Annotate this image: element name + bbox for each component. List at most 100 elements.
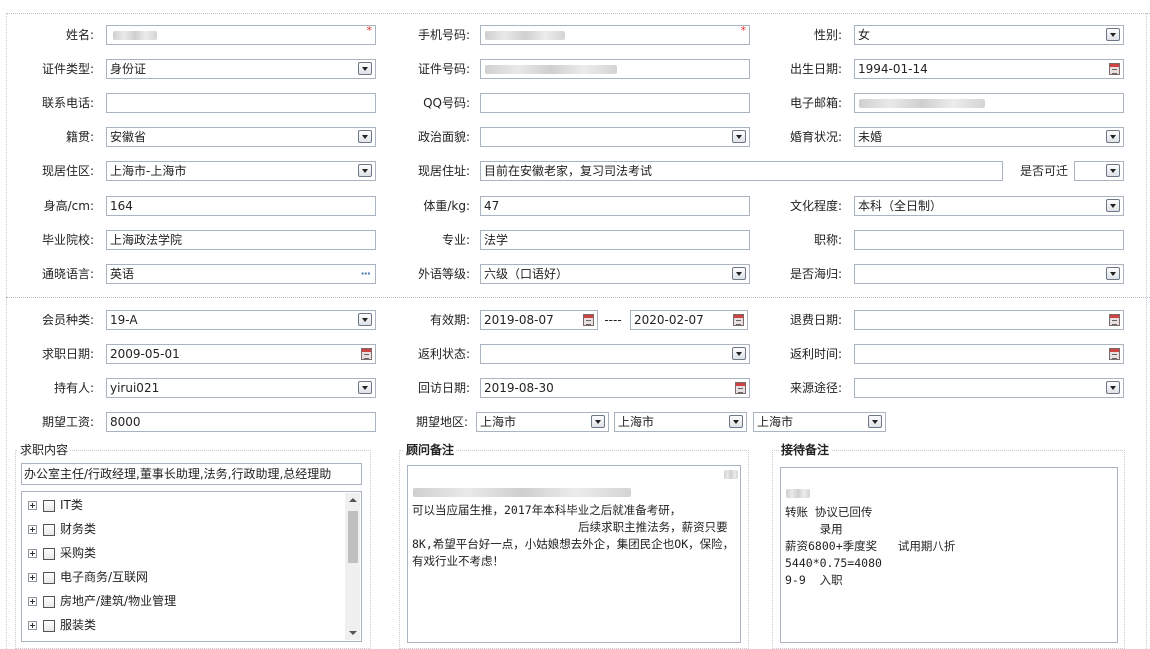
tree-item[interactable]: 服装类 <box>28 615 96 635</box>
weight-label: 体重/kg: <box>423 199 470 213</box>
chevron-down-icon[interactable] <box>358 62 372 75</box>
checkbox[interactable] <box>43 595 55 608</box>
reception-note-textarea[interactable]: 转账 协议已回传 录用 薪资6800+季度奖 试用期八折 5440*0.75=4… <box>780 467 1118 643</box>
mobile-field[interactable]: * <box>480 25 750 45</box>
residence-label: 现居住区: <box>41 164 94 178</box>
birth-date-field[interactable]: 1994-01-14 <box>854 59 1124 79</box>
plus-box-icon[interactable] <box>28 597 37 606</box>
scroll-up-icon[interactable] <box>349 498 357 502</box>
scroll-down-icon[interactable] <box>349 631 357 635</box>
calendar-icon[interactable] <box>361 348 372 360</box>
school-field[interactable]: 上海政法学院 <box>106 230 376 250</box>
chevron-down-icon[interactable] <box>1106 164 1120 177</box>
id-type-select[interactable]: 身份证 <box>106 59 376 79</box>
checkbox[interactable] <box>43 571 55 584</box>
id-number-field[interactable] <box>480 59 750 79</box>
plus-box-icon[interactable] <box>28 525 37 534</box>
foreign-level-select[interactable]: 六级（口语好） <box>480 264 750 284</box>
overseas-select[interactable] <box>854 264 1124 284</box>
consultant-note-textarea[interactable]: 可以当应届生推，2017年本科毕业之后就准备考研， 后续求职主推法务，薪资只要8… <box>407 465 741 643</box>
plus-box-icon[interactable] <box>28 549 37 558</box>
holder-select[interactable]: yirui021 <box>106 378 376 398</box>
mobile-label: 手机号码: <box>417 28 470 42</box>
redacted-text <box>786 489 810 498</box>
refund-date-field[interactable] <box>854 310 1124 330</box>
major-field[interactable]: 法学 <box>480 230 750 250</box>
chevron-down-icon[interactable] <box>732 130 746 143</box>
overseas-label: 是否海归: <box>789 267 842 281</box>
address-field[interactable]: 目前在安徽老家，复习司法考试 <box>480 161 1003 181</box>
native-select[interactable]: 安徽省 <box>106 127 376 147</box>
tree-item[interactable]: 房地产/建筑/物业管理 <box>28 591 176 611</box>
phone-field[interactable] <box>106 93 376 113</box>
checkbox[interactable] <box>43 523 55 536</box>
name-field[interactable]: * <box>106 25 376 45</box>
job-date-field[interactable]: 2009-05-01 <box>106 344 376 364</box>
rebate-status-select[interactable] <box>480 344 750 364</box>
region-select-3[interactable]: 上海市 <box>753 412 886 432</box>
plus-box-icon[interactable] <box>28 573 37 582</box>
chevron-down-icon[interactable] <box>358 130 372 143</box>
calendar-icon[interactable] <box>733 314 744 326</box>
chevron-down-icon[interactable] <box>1106 381 1120 394</box>
email-field[interactable] <box>854 93 1124 113</box>
chevron-down-icon[interactable] <box>1106 199 1120 212</box>
calendar-icon[interactable] <box>583 314 594 326</box>
holder-label: 持有人: <box>53 381 94 395</box>
more-icon[interactable]: ··· <box>360 267 371 281</box>
relocate-select[interactable] <box>1074 161 1124 181</box>
chevron-down-icon[interactable] <box>732 347 746 360</box>
chevron-down-icon[interactable] <box>358 164 372 177</box>
tree-item[interactable]: 财务类 <box>28 519 96 539</box>
valid-from-field[interactable]: 2019-08-07 <box>480 310 598 330</box>
chevron-down-icon[interactable] <box>1106 28 1120 41</box>
political-select[interactable] <box>480 127 750 147</box>
plus-box-icon[interactable] <box>28 501 37 510</box>
checkbox[interactable] <box>43 619 55 632</box>
member-type-select[interactable]: 19-A <box>106 310 376 330</box>
chevron-down-icon[interactable] <box>358 381 372 394</box>
redacted-text <box>724 470 738 479</box>
language-field[interactable]: 英语 ··· <box>106 264 376 284</box>
title-field[interactable] <box>854 230 1124 250</box>
marital-label: 婚育状况: <box>789 130 842 144</box>
education-select[interactable]: 本科（全日制） <box>854 196 1124 216</box>
calendar-icon[interactable] <box>1109 348 1120 360</box>
calendar-icon[interactable] <box>1109 314 1120 326</box>
chevron-down-icon[interactable] <box>591 415 605 428</box>
scroll-thumb[interactable] <box>348 511 358 563</box>
region-select-1[interactable]: 上海市 <box>476 412 609 432</box>
valid-to-field[interactable]: 2020-02-07 <box>630 310 748 330</box>
gender-select[interactable]: 女 <box>854 25 1124 45</box>
chevron-down-icon[interactable] <box>358 313 372 326</box>
marital-select[interactable]: 未婚 <box>854 127 1124 147</box>
calendar-icon[interactable] <box>735 382 746 394</box>
residence-select[interactable]: 上海市-上海市 <box>106 161 376 181</box>
birth-label: 出生日期: <box>789 62 842 76</box>
weight-field[interactable]: 47 <box>480 196 750 216</box>
plus-box-icon[interactable] <box>28 621 37 630</box>
chevron-down-icon[interactable] <box>868 415 882 428</box>
chevron-down-icon[interactable] <box>732 267 746 280</box>
tree-scrollbar[interactable] <box>345 493 360 640</box>
chevron-down-icon[interactable] <box>729 415 743 428</box>
visit-date-field[interactable]: 2019-08-30 <box>480 378 750 398</box>
calendar-icon[interactable] <box>1109 63 1120 75</box>
valid-separator: ---- <box>604 313 622 327</box>
chevron-down-icon[interactable] <box>1106 267 1120 280</box>
rebate-time-field[interactable] <box>854 344 1124 364</box>
qq-field[interactable] <box>480 93 750 113</box>
checkbox[interactable] <box>43 547 55 560</box>
chevron-down-icon[interactable] <box>1106 130 1120 143</box>
tree-item[interactable]: 采购类 <box>28 543 96 563</box>
region-select-2[interactable]: 上海市 <box>614 412 747 432</box>
source-select[interactable] <box>854 378 1124 398</box>
checkbox[interactable] <box>43 499 55 512</box>
native-label: 籍贯: <box>65 130 94 144</box>
tree-item[interactable]: 电子商务/互联网 <box>28 567 148 587</box>
job-content-summary[interactable]: 办公室主任/行政经理,董事长助理,法务,行政助理,总经理助 <box>21 463 362 485</box>
height-field[interactable]: 164 <box>106 196 376 216</box>
job-category-tree[interactable]: IT类 财务类 采购类 电子商务/互联网 房地产/建筑/物业管理 服装类 <box>21 491 362 642</box>
tree-item[interactable]: IT类 <box>28 495 83 515</box>
salary-field[interactable]: 8000 <box>106 412 376 432</box>
